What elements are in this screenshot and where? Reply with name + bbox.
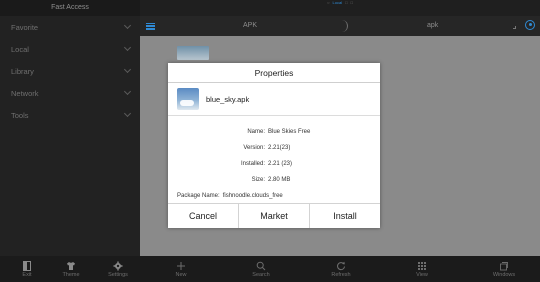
top-bar: ○ Local □ □ bbox=[140, 0, 540, 16]
market-button[interactable]: Market bbox=[239, 204, 310, 228]
sidebar-item-label: Network bbox=[11, 88, 39, 98]
sidebar-item-label: Tools bbox=[11, 110, 29, 120]
gear-icon bbox=[113, 261, 123, 270]
windows-button[interactable]: Windows bbox=[479, 256, 529, 282]
windows-icon bbox=[500, 261, 508, 270]
sidebar-item-label: Library bbox=[11, 66, 34, 76]
windows-label: Windows bbox=[492, 271, 516, 278]
exit-icon bbox=[23, 260, 31, 271]
new-button[interactable]: New bbox=[156, 256, 206, 282]
property-label: Version: bbox=[243, 145, 265, 151]
new-label: New bbox=[175, 271, 187, 278]
property-value: Blue Skies Free bbox=[268, 129, 311, 135]
square-icon: □ bbox=[350, 0, 353, 5]
tab-apk-folder[interactable]: apk bbox=[427, 16, 438, 36]
theme-label: Theme bbox=[62, 271, 80, 278]
chevron-down-icon bbox=[123, 65, 132, 74]
refresh-icon bbox=[337, 261, 345, 270]
view-button[interactable]: View bbox=[397, 256, 447, 282]
sidebar-item-favorite[interactable]: Favorite bbox=[0, 16, 140, 38]
refresh-label: Refresh bbox=[331, 271, 351, 278]
property-label: Installed: bbox=[240, 161, 265, 167]
circle-icon: ○ bbox=[327, 0, 330, 5]
apk-app-icon bbox=[177, 88, 199, 110]
plus-icon bbox=[177, 261, 185, 270]
sidebar: Fast Access Favorite Local Library Netwo… bbox=[0, 0, 140, 256]
search-button[interactable]: Search bbox=[236, 256, 286, 282]
sidebar-item-network[interactable]: Network bbox=[0, 82, 140, 104]
search-icon bbox=[256, 261, 266, 270]
exit-button[interactable]: Exit bbox=[2, 256, 52, 282]
properties-list: Name: Blue Skies Free Version: 2.21(23) … bbox=[168, 116, 380, 204]
square-icon: □ bbox=[345, 0, 348, 5]
tab-apk[interactable]: APK bbox=[243, 16, 257, 36]
sidebar-item-library[interactable]: Library bbox=[0, 60, 140, 82]
fast-access-header: Fast Access bbox=[0, 0, 140, 16]
resize-grip-icon bbox=[513, 26, 516, 29]
chevron-down-icon bbox=[123, 43, 132, 52]
property-package: Package Name: fishnoodle.clouds_free bbox=[168, 188, 380, 204]
location-local[interactable]: Local bbox=[333, 0, 343, 5]
shirt-icon bbox=[67, 261, 75, 270]
tab-scroll-icon bbox=[340, 20, 348, 32]
dialog-button-row: Cancel Market Install bbox=[168, 203, 380, 228]
file-name: blue_sky.apk bbox=[206, 94, 250, 104]
exit-label: Exit bbox=[22, 271, 32, 278]
property-size: Size: 2.80 MB bbox=[168, 172, 380, 188]
bottom-toolbar: Exit Theme Settings New Search Refresh V… bbox=[0, 256, 540, 282]
refresh-button[interactable]: Refresh bbox=[316, 256, 366, 282]
property-name: Name: Blue Skies Free bbox=[168, 124, 380, 140]
sidebar-item-label: Favorite bbox=[11, 22, 39, 32]
sidebar-item-label: Local bbox=[11, 44, 29, 54]
settings-button[interactable]: Settings bbox=[93, 256, 143, 282]
chevron-down-icon bbox=[123, 87, 132, 96]
menu-icon[interactable] bbox=[146, 22, 155, 30]
property-value: fishnoodle.clouds_free bbox=[222, 193, 283, 199]
property-installed: Installed: 2.21 (23) bbox=[168, 156, 380, 172]
properties-dialog: Properties blue_sky.apk Name: Blue Skies… bbox=[168, 63, 380, 228]
theme-button[interactable]: Theme bbox=[46, 256, 96, 282]
property-version: Version: 2.21(23) bbox=[168, 140, 380, 156]
sidebar-item-local[interactable]: Local bbox=[0, 38, 140, 60]
property-label: Name: bbox=[247, 129, 265, 135]
property-value: 2.80 MB bbox=[268, 177, 291, 183]
settings-label: Settings bbox=[108, 271, 128, 278]
property-label: Package Name: bbox=[177, 193, 220, 199]
target-icon[interactable] bbox=[525, 20, 535, 30]
sidebar-item-tools[interactable]: Tools bbox=[0, 104, 140, 126]
file-thumbnail[interactable] bbox=[177, 46, 209, 60]
property-value: 2.21 (23) bbox=[268, 161, 293, 167]
location-indicator: ○ Local □ □ bbox=[140, 0, 540, 5]
cancel-button[interactable]: Cancel bbox=[168, 204, 239, 228]
tab-bar: APK apk bbox=[140, 16, 540, 36]
grid-icon bbox=[418, 261, 426, 270]
search-label: Search bbox=[252, 271, 270, 278]
chevron-down-icon bbox=[123, 109, 132, 118]
install-button[interactable]: Install bbox=[310, 204, 380, 228]
chevron-down-icon bbox=[123, 21, 132, 30]
dialog-title: Properties bbox=[168, 63, 380, 83]
property-label: Size: bbox=[251, 177, 265, 183]
view-label: View bbox=[416, 271, 428, 278]
dialog-file-row: blue_sky.apk bbox=[168, 83, 380, 116]
property-value: 2.21(23) bbox=[268, 145, 291, 151]
